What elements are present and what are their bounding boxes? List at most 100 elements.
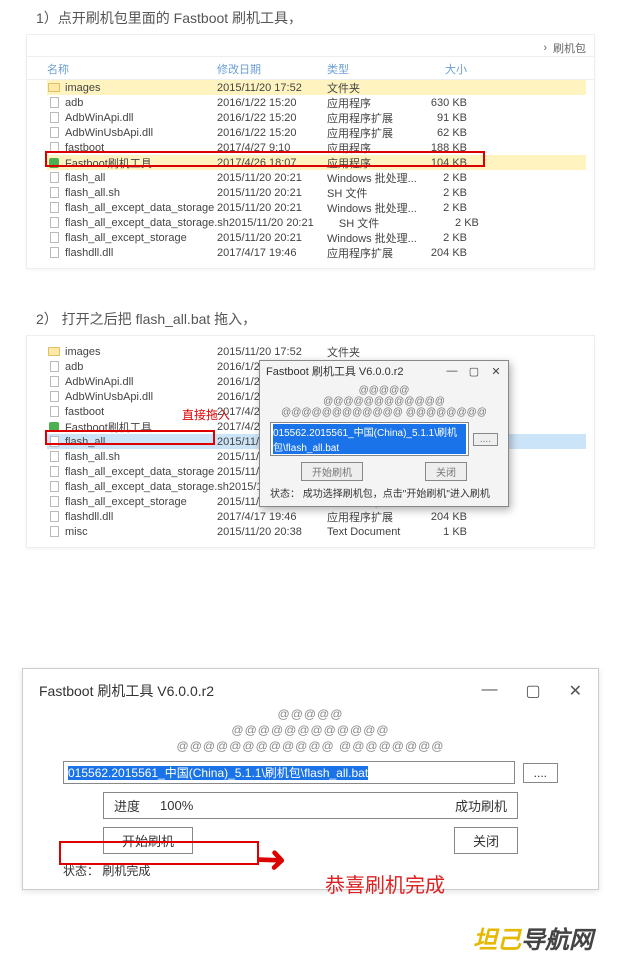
file-row[interactable]: AdbWinUsbApi.dll2016/1/22 15:20应用程序扩展62 … bbox=[47, 125, 586, 140]
file-icon bbox=[47, 361, 61, 373]
file-name: flash_all_except_storage bbox=[65, 496, 187, 508]
file-row[interactable]: flash_all2015/11/20 20:21Windows 批处理...2… bbox=[47, 170, 586, 185]
file-row[interactable]: flashdll.dll2017/4/17 19:46应用程序扩展204 KB bbox=[47, 509, 586, 524]
breadcrumb-label: 刷机包 bbox=[553, 40, 586, 56]
close-button[interactable]: 关闭 bbox=[425, 462, 467, 481]
step2-text: 2） 打开之后把 flash_all.bat 拖入， bbox=[36, 309, 621, 329]
file-date: 2015/11/20 20:21 bbox=[229, 217, 339, 229]
file-icon bbox=[47, 232, 61, 244]
file-row[interactable]: images2015/11/20 17:52文件夹 bbox=[47, 344, 586, 359]
minimize-icon[interactable]: — bbox=[481, 681, 497, 701]
file-name: AdbWinUsbApi.dll bbox=[65, 127, 153, 139]
file-name: Fastboot刷机工具 bbox=[65, 419, 152, 435]
file-date: 2015/11/20 20:21 bbox=[217, 172, 327, 184]
file-size: 2 KB bbox=[417, 232, 467, 244]
panel-2: images2015/11/20 17:52文件夹adb2016/1/22 16… bbox=[26, 335, 595, 548]
file-name: flash_all_except_data_storage bbox=[65, 202, 214, 214]
file-date: 2016/1/22 15:20 bbox=[217, 97, 327, 109]
address-bar: › 刷机包 bbox=[27, 39, 594, 57]
file-icon bbox=[47, 481, 61, 493]
file-row[interactable]: fastboot2017/4/27 9:10应用程序188 KB bbox=[47, 140, 586, 155]
file-size: 104 KB bbox=[417, 157, 467, 169]
file-row[interactable]: images2015/11/20 17:52文件夹 bbox=[47, 80, 586, 95]
path-input[interactable]: 015562.2015561_中国(China)_5.1.1\刷机包\flash… bbox=[270, 422, 469, 456]
deco-line: @@@@@ bbox=[23, 707, 598, 721]
status-value-big: 刷机完成 bbox=[102, 862, 150, 879]
dialog-title: Fastboot 刷机工具 V6.0.0.r2 bbox=[266, 363, 404, 379]
file-date: 2015/11/20 17:52 bbox=[217, 346, 327, 358]
file-date: 2015/11/20 20:21 bbox=[217, 202, 327, 214]
close-icon[interactable]: ✕ bbox=[490, 365, 502, 378]
file-row[interactable]: flash_all_except_data_storage2015/11/20 … bbox=[47, 200, 586, 215]
file-name: flashdll.dll bbox=[65, 247, 113, 259]
file-icon bbox=[47, 202, 61, 214]
header-name[interactable]: 名称 bbox=[47, 61, 217, 77]
file-name: fastboot bbox=[65, 142, 104, 154]
deco-line: @@@@@@@@@@@@ @@@@@@@@ bbox=[23, 739, 598, 753]
file-row[interactable]: flash_all_except_storage2015/11/20 20:21… bbox=[47, 230, 586, 245]
application-icon bbox=[47, 157, 61, 169]
status-text: 状态： 成功选择刷机包，点击"开始刷机"进入刷机 bbox=[270, 483, 498, 502]
file-icon bbox=[47, 436, 61, 448]
file-icon bbox=[47, 247, 61, 259]
file-icon bbox=[47, 451, 61, 463]
file-type: 应用程序 bbox=[327, 155, 417, 171]
file-size: 1 KB bbox=[417, 526, 467, 538]
file-type: Windows 批处理... bbox=[327, 230, 417, 246]
file-icon bbox=[47, 511, 61, 523]
file-size: 91 KB bbox=[417, 112, 467, 124]
file-size: 2 KB bbox=[417, 202, 467, 214]
file-size: 188 KB bbox=[417, 142, 467, 154]
file-name: flash_all.sh bbox=[65, 451, 120, 463]
file-name: images bbox=[65, 346, 100, 358]
file-row[interactable]: flash_all_except_data_storage.sh2015/11/… bbox=[47, 215, 586, 230]
header-type[interactable]: 类型 bbox=[327, 61, 417, 77]
file-date: 2017/4/26 18:07 bbox=[217, 157, 327, 169]
file-icon bbox=[47, 406, 61, 418]
step1-text: 1）点开刷机包里面的 Fastboot 刷机工具， bbox=[36, 8, 621, 28]
deco-line: @@@@@ bbox=[270, 385, 498, 396]
file-row[interactable]: AdbWinApi.dll2016/1/22 15:20应用程序扩展91 KB bbox=[47, 110, 586, 125]
close-icon[interactable]: ✕ bbox=[569, 681, 582, 701]
maximize-icon[interactable]: ▢ bbox=[468, 365, 480, 378]
progress-row: 进度 100% 成功刷机 bbox=[103, 792, 518, 819]
file-row[interactable]: misc2015/11/20 20:38Text Document1 KB bbox=[47, 524, 586, 539]
path-input-big[interactable]: 015562.2015561_中国(China)_5.1.1\刷机包\flash… bbox=[63, 761, 515, 784]
file-name: flash_all_except_data_storage bbox=[65, 466, 214, 478]
file-icon bbox=[47, 526, 61, 538]
file-type: 应用程序 bbox=[327, 95, 417, 111]
footer-logo: 坦己导航网 bbox=[0, 920, 593, 955]
file-name: flash_all_except_storage bbox=[65, 232, 187, 244]
file-row[interactable]: flashdll.dll2017/4/17 19:46应用程序扩展204 KB bbox=[47, 245, 586, 260]
maximize-icon[interactable]: ▢ bbox=[525, 681, 540, 701]
file-icon bbox=[47, 376, 61, 388]
file-icon bbox=[47, 466, 61, 478]
file-name: fastboot bbox=[65, 406, 104, 418]
browse-button-big[interactable]: .... bbox=[523, 763, 558, 783]
start-flash-button[interactable]: 开始刷机 bbox=[301, 462, 363, 481]
header-date[interactable]: 修改日期 bbox=[217, 61, 327, 77]
file-type: 应用程序扩展 bbox=[327, 509, 417, 525]
file-icon bbox=[47, 496, 61, 508]
file-name: adb bbox=[65, 97, 83, 109]
file-size: 2 KB bbox=[417, 187, 467, 199]
start-flash-button-big[interactable]: 开始刷机 bbox=[103, 827, 193, 854]
file-type: Windows 批处理... bbox=[327, 170, 417, 186]
file-type: 应用程序扩展 bbox=[327, 245, 417, 261]
browse-button[interactable]: .... bbox=[473, 433, 498, 446]
file-size: 2 KB bbox=[429, 217, 479, 229]
file-row[interactable]: adb2016/1/22 15:20应用程序630 KB bbox=[47, 95, 586, 110]
file-row[interactable]: flash_all.sh2015/11/20 20:21SH 文件2 KB bbox=[47, 185, 586, 200]
deco-line: @@@@@@@@@@@@ bbox=[270, 396, 498, 407]
minimize-icon[interactable]: — bbox=[446, 365, 458, 378]
file-icon bbox=[47, 112, 61, 124]
file-row[interactable]: Fastboot刷机工具2017/4/26 18:07应用程序104 KB bbox=[47, 155, 586, 170]
close-button-big[interactable]: 关闭 bbox=[454, 827, 518, 854]
header-size[interactable]: 大小 bbox=[417, 61, 467, 77]
progress-value: 100% bbox=[150, 795, 203, 816]
file-name: misc bbox=[65, 526, 88, 538]
file-icon bbox=[47, 97, 61, 109]
file-size: 62 KB bbox=[417, 127, 467, 139]
file-type: 应用程序 bbox=[327, 140, 417, 156]
file-icon bbox=[47, 127, 61, 139]
